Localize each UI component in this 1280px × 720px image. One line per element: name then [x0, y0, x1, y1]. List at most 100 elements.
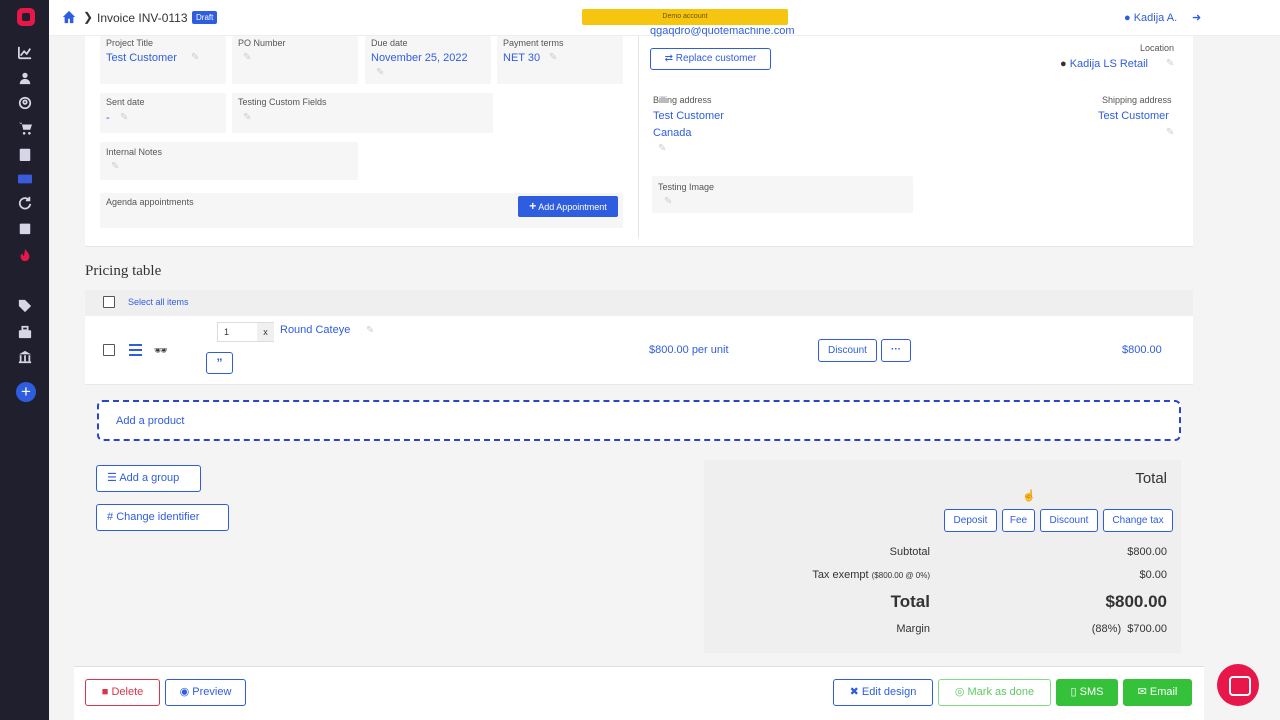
customer-email[interactable]: qgaqdro@quotemachine.com — [650, 27, 794, 37]
plus-icon: + — [529, 199, 537, 213]
select-all-link[interactable]: Select all items — [128, 297, 189, 307]
shipping-value[interactable]: Test Customer — [1098, 110, 1169, 122]
discount-button[interactable]: Discount — [1040, 509, 1098, 532]
tax-label: Tax exempt — [812, 569, 869, 581]
edit-design-label: Edit design — [861, 686, 917, 698]
refresh-icon[interactable] — [17, 196, 33, 212]
add-product-button[interactable]: Add a product — [97, 400, 1181, 441]
pencil-icon[interactable]: ✎ — [376, 68, 386, 78]
billing-label: Billing address — [653, 95, 712, 105]
app-logo[interactable] — [17, 8, 35, 26]
replace-customer-button[interactable]: ⇄ Replace customer — [650, 48, 771, 70]
subtotal-value: $800.00 — [1127, 546, 1167, 558]
preview-label: Preview — [192, 686, 232, 698]
pencil-icon[interactable]: ✎ — [191, 53, 201, 63]
unit-price[interactable]: $800.00 per unit — [649, 344, 729, 356]
delete-button[interactable]: ■ Delete — [85, 679, 160, 706]
calendar-icon[interactable] — [17, 221, 33, 237]
edit-design-button[interactable]: ✖ Edit design — [833, 679, 933, 706]
add-new-button[interactable]: + — [16, 382, 36, 402]
po-number-label: PO Number — [238, 38, 286, 48]
add-product-label: Add a product — [116, 415, 185, 427]
mark-done-button[interactable]: ◎ Mark as done — [938, 679, 1051, 706]
location-name: Kadija LS Retail — [1069, 58, 1148, 70]
pencil-icon[interactable]: ✎ — [120, 113, 130, 123]
pencil-icon[interactable]: ✎ — [1166, 59, 1176, 69]
due-date-label: Due date — [371, 38, 408, 48]
chat-icon[interactable] — [1217, 664, 1259, 706]
toolbox-icon[interactable] — [17, 325, 33, 341]
margin-row: (88%) $700.00 — [1040, 623, 1167, 635]
payment-terms-value[interactable]: NET 30 — [503, 52, 540, 64]
payment-terms-label: Payment terms — [503, 38, 564, 48]
agenda-label: Agenda appointments — [106, 197, 194, 207]
quantity-value: 1 — [224, 327, 230, 337]
pencil-icon[interactable]: ✎ — [366, 326, 376, 336]
margin-label: Margin — [896, 623, 930, 635]
location-value[interactable]: ● Kadija LS Retail — [1060, 58, 1148, 70]
email-button[interactable]: ✉ Email — [1123, 679, 1192, 706]
tax-value: $0.00 — [1139, 569, 1167, 581]
sent-date-value[interactable]: - — [106, 112, 110, 124]
pencil-icon[interactable]: ✎ — [664, 197, 674, 207]
phone-icon: ▯ — [1070, 686, 1077, 698]
pencil-icon[interactable]: ✎ — [1166, 128, 1176, 138]
pencil-icon[interactable]: ✎ — [243, 113, 253, 123]
sms-button[interactable]: ▯ SMS — [1056, 679, 1118, 706]
contacts-icon[interactable] — [17, 96, 33, 112]
billing-line2[interactable]: Canada — [653, 127, 692, 139]
preview-button[interactable]: ◉ Preview — [165, 679, 246, 706]
tax-note: ($800.00 @ 0%) — [871, 571, 930, 580]
pencil-icon[interactable]: ✎ — [111, 162, 121, 172]
testing-custom-label: Testing Custom Fields — [238, 97, 327, 107]
add-appointment-label: Add Appointment — [538, 202, 607, 212]
quantity-input[interactable]: 1 x — [217, 322, 274, 342]
tags-icon[interactable] — [17, 299, 33, 315]
due-date-value[interactable]: November 25, 2022 — [371, 52, 468, 64]
chart-icon[interactable] — [17, 46, 33, 62]
select-all-checkbox[interactable] — [103, 296, 115, 308]
demo-banner: Demo account — [582, 9, 788, 25]
drag-handle-icon[interactable] — [129, 344, 142, 359]
users-icon[interactable] — [17, 71, 33, 87]
logout-icon[interactable]: ➜ — [1192, 11, 1201, 24]
pencil-icon[interactable]: ✎ — [243, 53, 253, 63]
layers-icon: ☰ — [107, 472, 117, 484]
item-discount-button[interactable]: Discount — [818, 339, 877, 362]
tax-label-row: Tax exempt ($800.00 @ 0%) — [760, 569, 930, 581]
fire-icon[interactable] — [17, 248, 33, 264]
check-circle-icon: ◎ — [954, 686, 965, 698]
sidebar: + — [0, 0, 49, 720]
cart-icon[interactable] — [17, 121, 33, 137]
user-menu[interactable]: ● Kadija A. — [1124, 12, 1177, 24]
add-group-label: Add a group — [119, 472, 180, 484]
change-tax-button[interactable]: Change tax — [1103, 509, 1173, 532]
home-icon[interactable] — [62, 10, 76, 24]
add-group-button[interactable]: ☰ Add a group — [96, 465, 201, 492]
change-identifier-button[interactable]: # Change identifier — [96, 504, 229, 531]
billing-line1[interactable]: Test Customer — [653, 110, 724, 122]
pencil-icon[interactable]: ✎ — [658, 144, 668, 154]
location-label: Location — [1140, 43, 1175, 53]
shipping-label: Shipping address — [1102, 95, 1172, 105]
product-name[interactable]: Round Cateye — [280, 324, 350, 336]
item-checkbox[interactable] — [103, 344, 115, 356]
bank-icon[interactable] — [17, 350, 33, 366]
internal-notes-label: Internal Notes — [106, 147, 163, 157]
more-options-button[interactable]: ··· — [881, 339, 911, 362]
eye-icon: ◉ — [179, 686, 190, 698]
invoice-icon[interactable] — [17, 172, 33, 188]
card-divider — [638, 36, 639, 238]
testing-image-label: Testing Image — [658, 182, 715, 192]
sms-label: SMS — [1079, 686, 1104, 698]
mark-done-label: Mark as done — [967, 686, 1035, 698]
fee-button[interactable]: Fee — [1002, 509, 1035, 532]
pencil-icon[interactable]: ✎ — [549, 53, 559, 63]
clipboard-icon[interactable] — [17, 147, 33, 163]
project-title-value[interactable]: Test Customer — [106, 52, 177, 64]
margin-value: $700.00 — [1127, 623, 1167, 635]
add-appointment-button[interactable]: + Add Appointment — [518, 196, 618, 217]
quote-icon[interactable]: ” — [206, 352, 233, 374]
quantity-clear-button[interactable]: x — [257, 323, 274, 341]
deposit-button[interactable]: Deposit — [944, 509, 997, 532]
